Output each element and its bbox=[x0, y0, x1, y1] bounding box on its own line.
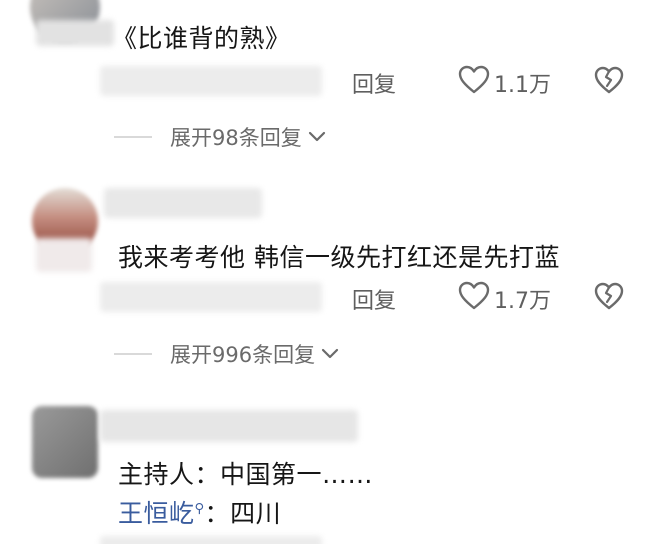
mention-username[interactable]: 王恒屹 bbox=[118, 499, 195, 528]
expand-replies-label: 展开996条回复 bbox=[170, 343, 316, 367]
reply-preview: 王恒屹⚲：四川 bbox=[118, 494, 281, 530]
timestamp-placeholder bbox=[100, 66, 322, 96]
username-placeholder bbox=[104, 188, 262, 218]
avatar-placeholder bbox=[36, 238, 92, 272]
expand-replies-button[interactable]: 展开98条回复 bbox=[114, 122, 326, 152]
expand-replies-button[interactable]: 展开996条回复 bbox=[114, 339, 339, 369]
timestamp-placeholder bbox=[100, 282, 322, 312]
comment-text: 主持人：中国第一…… bbox=[118, 460, 374, 489]
reply-button[interactable]: 回复 bbox=[352, 67, 396, 99]
search-icon: ⚲ bbox=[194, 501, 205, 517]
chevron-down-icon bbox=[321, 348, 339, 359]
username-placeholder bbox=[100, 410, 358, 442]
reply-button[interactable]: 回复 bbox=[352, 283, 396, 315]
like-count: 1.1万 bbox=[494, 73, 551, 98]
broken-heart-icon[interactable] bbox=[594, 281, 624, 311]
comment-text: 我来考考他 韩信一级先打红还是先打蓝 bbox=[118, 243, 560, 272]
like-count: 1.7万 bbox=[494, 289, 551, 314]
reply-colon: ： bbox=[204, 499, 231, 528]
reply-text: 四川 bbox=[230, 499, 282, 528]
divider-line bbox=[114, 353, 152, 355]
expand-replies-label: 展开98条回复 bbox=[170, 126, 302, 150]
comment-text: 《比谁背的熟》 bbox=[112, 24, 291, 53]
broken-heart-icon[interactable] bbox=[594, 65, 624, 95]
timestamp-placeholder bbox=[100, 536, 322, 544]
chevron-down-icon bbox=[308, 131, 325, 142]
divider-line bbox=[114, 136, 152, 138]
heart-outline-icon[interactable] bbox=[458, 65, 490, 95]
avatar[interactable] bbox=[32, 406, 98, 478]
username-placeholder bbox=[36, 20, 114, 46]
heart-outline-icon[interactable] bbox=[458, 281, 490, 311]
